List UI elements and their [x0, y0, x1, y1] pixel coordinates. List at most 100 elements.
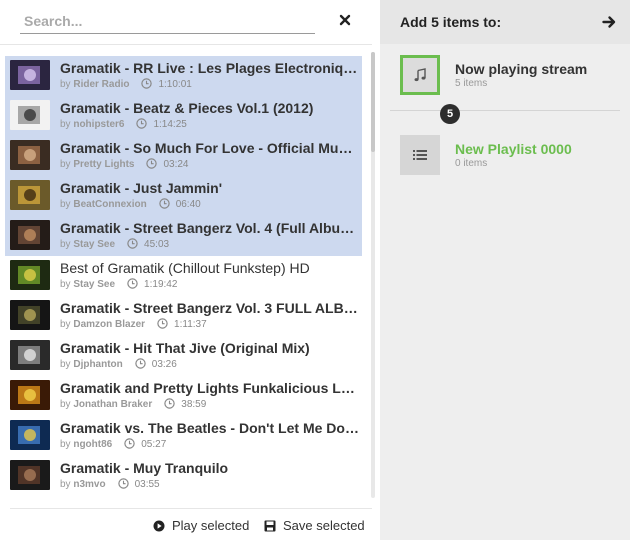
play-selected-button[interactable]: Play selected — [153, 518, 249, 533]
track-author: n3mvo — [73, 479, 106, 490]
video-thumbnail — [10, 380, 50, 410]
by-label: by — [60, 159, 71, 170]
track-duration: 03:26 — [151, 359, 177, 370]
track-meta: by Damzon Blazer 1:11:37 — [60, 318, 207, 330]
by-label: by — [60, 319, 71, 330]
track-author: Damzon Blazer — [73, 319, 146, 330]
by-label: by — [60, 479, 71, 490]
track-title: Gramatik - So Much For Love - Official M… — [60, 140, 360, 156]
track-title: Gramatik - Muy Tranquilo — [60, 460, 229, 476]
clock-icon — [117, 478, 129, 489]
add-to-header: Add 5 items to: — [380, 0, 630, 44]
track-row[interactable]: Gramatik and Pretty Lights Funkalicious … — [5, 376, 362, 416]
track-duration: 1:14:25 — [153, 119, 187, 130]
clock-icon — [141, 78, 153, 89]
track-duration: 1:19:42 — [144, 279, 178, 290]
track-row[interactable]: Gramatik - So Much For Love - Official M… — [5, 136, 362, 176]
track-duration: 1:11:37 — [174, 319, 207, 330]
track-duration: 05:27 — [141, 439, 167, 450]
track-row[interactable]: Gramatik vs. The Beatles - Don't Let Me … — [5, 416, 362, 456]
list-icon — [413, 150, 427, 160]
playlist-name: Now playing stream — [455, 61, 588, 77]
track-author: Stay See — [73, 279, 116, 290]
close-icon[interactable] — [338, 13, 352, 27]
video-thumbnail — [10, 300, 50, 330]
track-meta: by BeatConnexion 06:40 — [60, 198, 201, 210]
save-icon — [264, 520, 276, 532]
track-meta: by ngoht86 05:27 — [60, 438, 166, 450]
add-to-panel: Add 5 items to: Now playing stream 5 ite… — [380, 0, 630, 540]
track-author: Jonathan Braker — [73, 399, 153, 410]
clock-icon — [127, 238, 138, 249]
track-author: Rider Radio — [73, 79, 130, 90]
playlist-new-playlist[interactable]: New Playlist 0000 0 items — [380, 135, 630, 187]
track-title: Gramatik - Street Bangerz Vol. 3 FULL AL… — [60, 300, 360, 316]
arrow-right-icon[interactable] — [602, 15, 616, 29]
music-note-icon — [414, 68, 426, 82]
track-title: Gramatik - Beatz & Pieces Vol.1 (2012) — [60, 100, 314, 116]
divider — [10, 508, 372, 509]
playlist-now-playing[interactable]: Now playing stream 5 items — [380, 55, 630, 107]
track-title: Gramatik - Street Bangerz Vol. 4 (Full A… — [60, 220, 360, 236]
track-row[interactable]: Gramatik - Muy Tranquilo by n3mvo 03:55 — [5, 456, 362, 496]
track-author: BeatConnexion — [73, 199, 147, 210]
track-title: Gramatik and Pretty Lights Funkalicious … — [60, 380, 360, 396]
track-meta: by Rider Radio 1:10:01 — [60, 78, 192, 90]
track-row[interactable]: Gramatik - Just Jammin' by BeatConnexion 0… — [5, 176, 362, 216]
track-author: nohipster6 — [73, 119, 125, 130]
clock-icon — [146, 158, 158, 169]
track-duration: 06:40 — [175, 199, 201, 210]
track-row[interactable]: Best of Gramatik (Chillout Funkstep) HD b… — [5, 256, 362, 296]
clock-icon — [136, 118, 148, 129]
by-label: by — [60, 79, 71, 90]
track-row[interactable]: Gramatik - Hit That Jive (Original Mix) b… — [5, 336, 362, 376]
scrollbar[interactable] — [371, 52, 375, 498]
track-meta: by Jonathan Braker 38:59 — [60, 398, 206, 410]
clock-icon — [135, 358, 146, 369]
track-title: Best of Gramatik (Chillout Funkstep) HD — [60, 260, 310, 276]
video-thumbnail — [10, 340, 50, 370]
track-meta: by Djphanton 03:26 — [60, 358, 177, 370]
track-author: Pretty Lights — [73, 159, 135, 170]
selected-count-badge: 5 — [440, 104, 460, 124]
by-label: by — [60, 239, 71, 250]
track-meta: by Stay See 1:19:42 — [60, 278, 177, 290]
track-duration: 38:59 — [181, 399, 207, 410]
track-duration: 45:03 — [144, 239, 170, 250]
track-list: Gramatik - RR Live : Les Plages Electron… — [5, 56, 362, 496]
track-duration: 1:10:01 — [158, 79, 192, 90]
video-thumbnail — [10, 180, 50, 210]
by-label: by — [60, 199, 71, 210]
track-duration: 03:55 — [134, 479, 160, 490]
track-duration: 03:24 — [163, 159, 189, 170]
track-author: Djphanton — [73, 359, 123, 370]
scrollbar-thumb[interactable] — [371, 52, 375, 152]
track-row[interactable]: Gramatik - Beatz & Pieces Vol.1 (2012) by… — [5, 96, 362, 136]
save-selected-button[interactable]: Save selected — [264, 518, 365, 533]
by-label: by — [60, 439, 71, 450]
divider — [0, 44, 372, 45]
track-title: Gramatik - RR Live : Les Plages Electron… — [60, 60, 360, 76]
track-row[interactable]: Gramatik - RR Live : Les Plages Electron… — [5, 56, 362, 96]
video-thumbnail — [10, 460, 50, 490]
playlist-count: 0 items — [455, 158, 488, 169]
track-row[interactable]: Gramatik - Street Bangerz Vol. 3 FULL AL… — [5, 296, 362, 336]
track-author: Stay See — [73, 239, 116, 250]
video-thumbnail — [10, 420, 50, 450]
clock-icon — [158, 198, 170, 209]
track-title: Gramatik - Just Jammin' — [60, 180, 223, 196]
track-title: Gramatik - Hit That Jive (Original Mix) — [60, 340, 310, 356]
track-row[interactable]: Gramatik - Street Bangerz Vol. 4 (Full A… — [5, 216, 362, 256]
video-thumbnail — [10, 100, 50, 130]
by-label: by — [60, 359, 71, 370]
search-results-panel: Gramatik - RR Live : Les Plages Electron… — [0, 0, 380, 540]
clock-icon — [127, 278, 138, 289]
search-input[interactable] — [20, 8, 315, 33]
playlist-thumb — [400, 135, 440, 175]
track-meta: by Stay See 45:03 — [60, 238, 169, 250]
video-thumbnail — [10, 220, 50, 250]
track-meta: by nohipster6 1:14:25 — [60, 118, 187, 130]
search-box[interactable] — [20, 8, 315, 34]
track-meta: by Pretty Lights 03:24 — [60, 158, 189, 170]
by-label: by — [60, 399, 71, 410]
